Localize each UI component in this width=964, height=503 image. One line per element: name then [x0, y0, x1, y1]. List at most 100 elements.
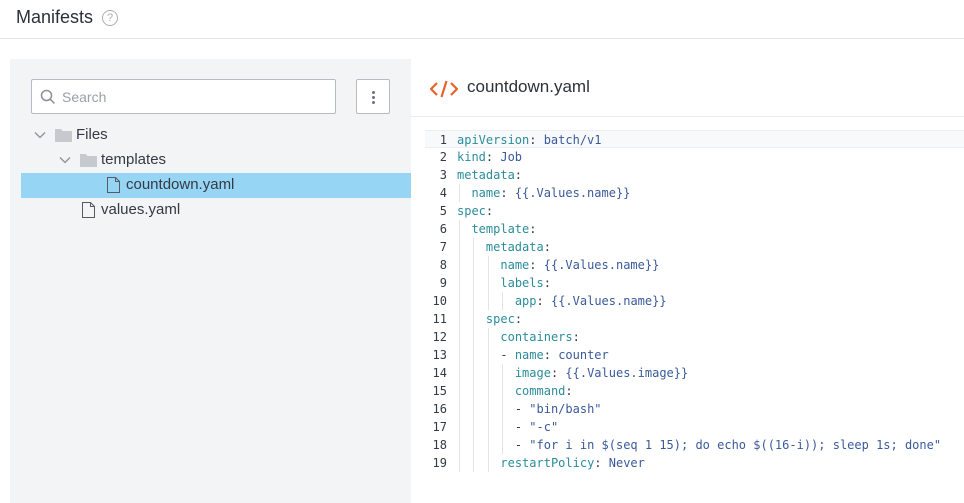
line-text: - "for i in $(seq 1 15); do echo $((16-i…	[515, 436, 941, 454]
indent-guide	[487, 454, 489, 472]
code-line: 13 - name: counter	[425, 346, 964, 364]
yaml-value: {{.Values.name}}	[543, 258, 660, 272]
line-text: apiVersion: batch/v1	[457, 131, 602, 149]
code-line: 17 - "-c"	[425, 418, 964, 436]
line-text: labels:	[500, 274, 551, 292]
code-line: 8 name: {{.Values.name}}	[425, 256, 964, 274]
chevron-down-icon[interactable]	[59, 154, 71, 166]
indent-guide	[459, 436, 460, 454]
yaml-value: {{.Values.image}}	[565, 366, 689, 380]
line-number: 6	[439, 222, 447, 236]
yaml-key: image	[514, 366, 551, 380]
page-header: Manifests ?	[0, 0, 964, 39]
indent-guide	[487, 436, 489, 454]
line-text: metadata:	[457, 166, 522, 184]
line-text: spec:	[486, 310, 522, 328]
yaml-value: "bin/bash"	[529, 402, 602, 416]
tree-item-values-yaml[interactable]: values.yaml	[21, 198, 411, 223]
search-input[interactable]	[62, 80, 332, 113]
yaml-separator: :	[485, 150, 501, 164]
yaml-key: restartPolicy	[500, 456, 595, 470]
indent-guide	[459, 256, 460, 274]
line-number: 12	[432, 330, 447, 344]
page-title: Manifests	[16, 7, 94, 27]
line-text: - "bin/bash"	[515, 400, 602, 418]
more-options-button[interactable]	[356, 79, 390, 114]
yaml-key: kind	[457, 150, 486, 164]
indent-guide	[502, 382, 504, 400]
indent-guide	[502, 364, 504, 382]
code-icon	[430, 80, 458, 98]
search-field[interactable]	[31, 79, 336, 114]
tree-item-countdown-yaml[interactable]: countdown.yaml	[21, 173, 411, 198]
indent-guide	[473, 310, 475, 328]
line-number: 1	[439, 133, 447, 147]
tree-item-templates[interactable]: templates	[21, 148, 411, 173]
file-sidebar: Files templates countdown.yaml values.ya…	[10, 59, 411, 503]
yaml-key: name	[514, 348, 544, 362]
line-text: image: {{.Values.image}}	[515, 364, 688, 382]
code-line: 11 spec:	[425, 310, 964, 328]
editor-divider	[411, 116, 964, 117]
kebab-dot	[372, 91, 375, 94]
line-number: 13	[432, 348, 447, 362]
yaml-key: command	[514, 384, 566, 398]
yaml-key: labels	[500, 276, 544, 290]
line-number: 18	[432, 438, 447, 452]
indent-guide	[473, 364, 475, 382]
code-line: 1 apiVersion: batch/v1	[425, 130, 964, 148]
tree-item-label: countdown.yaml	[126, 176, 235, 193]
indent-guide	[502, 292, 504, 310]
yaml-separator: :	[514, 312, 523, 326]
line-number: 14	[432, 366, 447, 380]
code-line: 19 restartPolicy: Never	[425, 454, 964, 472]
line-text: name: {{.Values.name}}	[471, 184, 630, 202]
yaml-value: Job	[500, 150, 523, 164]
help-icon[interactable]: ?	[102, 10, 118, 26]
list-dash: -	[500, 348, 515, 362]
code-editor[interactable]: 1 apiVersion: batch/v1 2 kind: Job 3 metadata…	[425, 130, 964, 472]
line-number: 17	[432, 420, 447, 434]
kebab-dot	[372, 101, 375, 104]
line-text: metadata:	[486, 238, 551, 256]
yaml-key: metadata	[485, 240, 544, 254]
yaml-key: template	[471, 222, 530, 236]
chevron-down-icon[interactable]	[34, 129, 46, 141]
yaml-separator: :	[529, 222, 537, 236]
line-number: 9	[439, 276, 447, 290]
indent-guide	[502, 436, 504, 454]
code-line: 14 image: {{.Values.image}}	[425, 364, 964, 382]
indent-guide	[459, 382, 460, 400]
indent-guide	[487, 400, 489, 418]
indent-guide	[473, 418, 475, 436]
yaml-value: batch/v1	[543, 133, 602, 147]
line-text: - "-c"	[515, 418, 558, 436]
line-number: 4	[439, 186, 447, 200]
file-icon	[107, 177, 120, 193]
tree-item-label: Files	[76, 126, 108, 143]
line-text: spec:	[457, 202, 493, 220]
indent-guide	[502, 400, 504, 418]
indent-guide	[473, 382, 475, 400]
code-line: 5 spec:	[425, 202, 964, 220]
line-number: 8	[439, 258, 447, 272]
code-line: 15 command:	[425, 382, 964, 400]
yaml-separator: :	[536, 294, 551, 308]
line-text: restartPolicy: Never	[500, 454, 645, 472]
indent-guide	[459, 274, 460, 292]
code-line: 7 metadata:	[425, 238, 964, 256]
yaml-separator: :	[550, 366, 566, 380]
yaml-key: spec	[485, 312, 515, 326]
yaml-separator: :	[485, 204, 494, 218]
line-text: name: {{.Values.name}}	[500, 256, 659, 274]
indent-guide	[487, 418, 489, 436]
line-text: kind: Job	[457, 148, 522, 166]
yaml-separator: :	[572, 330, 580, 344]
indent-guide	[487, 292, 489, 310]
line-number: 11	[432, 312, 447, 326]
line-number: 16	[432, 402, 447, 416]
yaml-value: Never	[608, 456, 645, 470]
tree-item-files[interactable]: Files	[21, 123, 411, 148]
yaml-separator: :	[543, 348, 559, 362]
indent-guide	[459, 454, 460, 472]
